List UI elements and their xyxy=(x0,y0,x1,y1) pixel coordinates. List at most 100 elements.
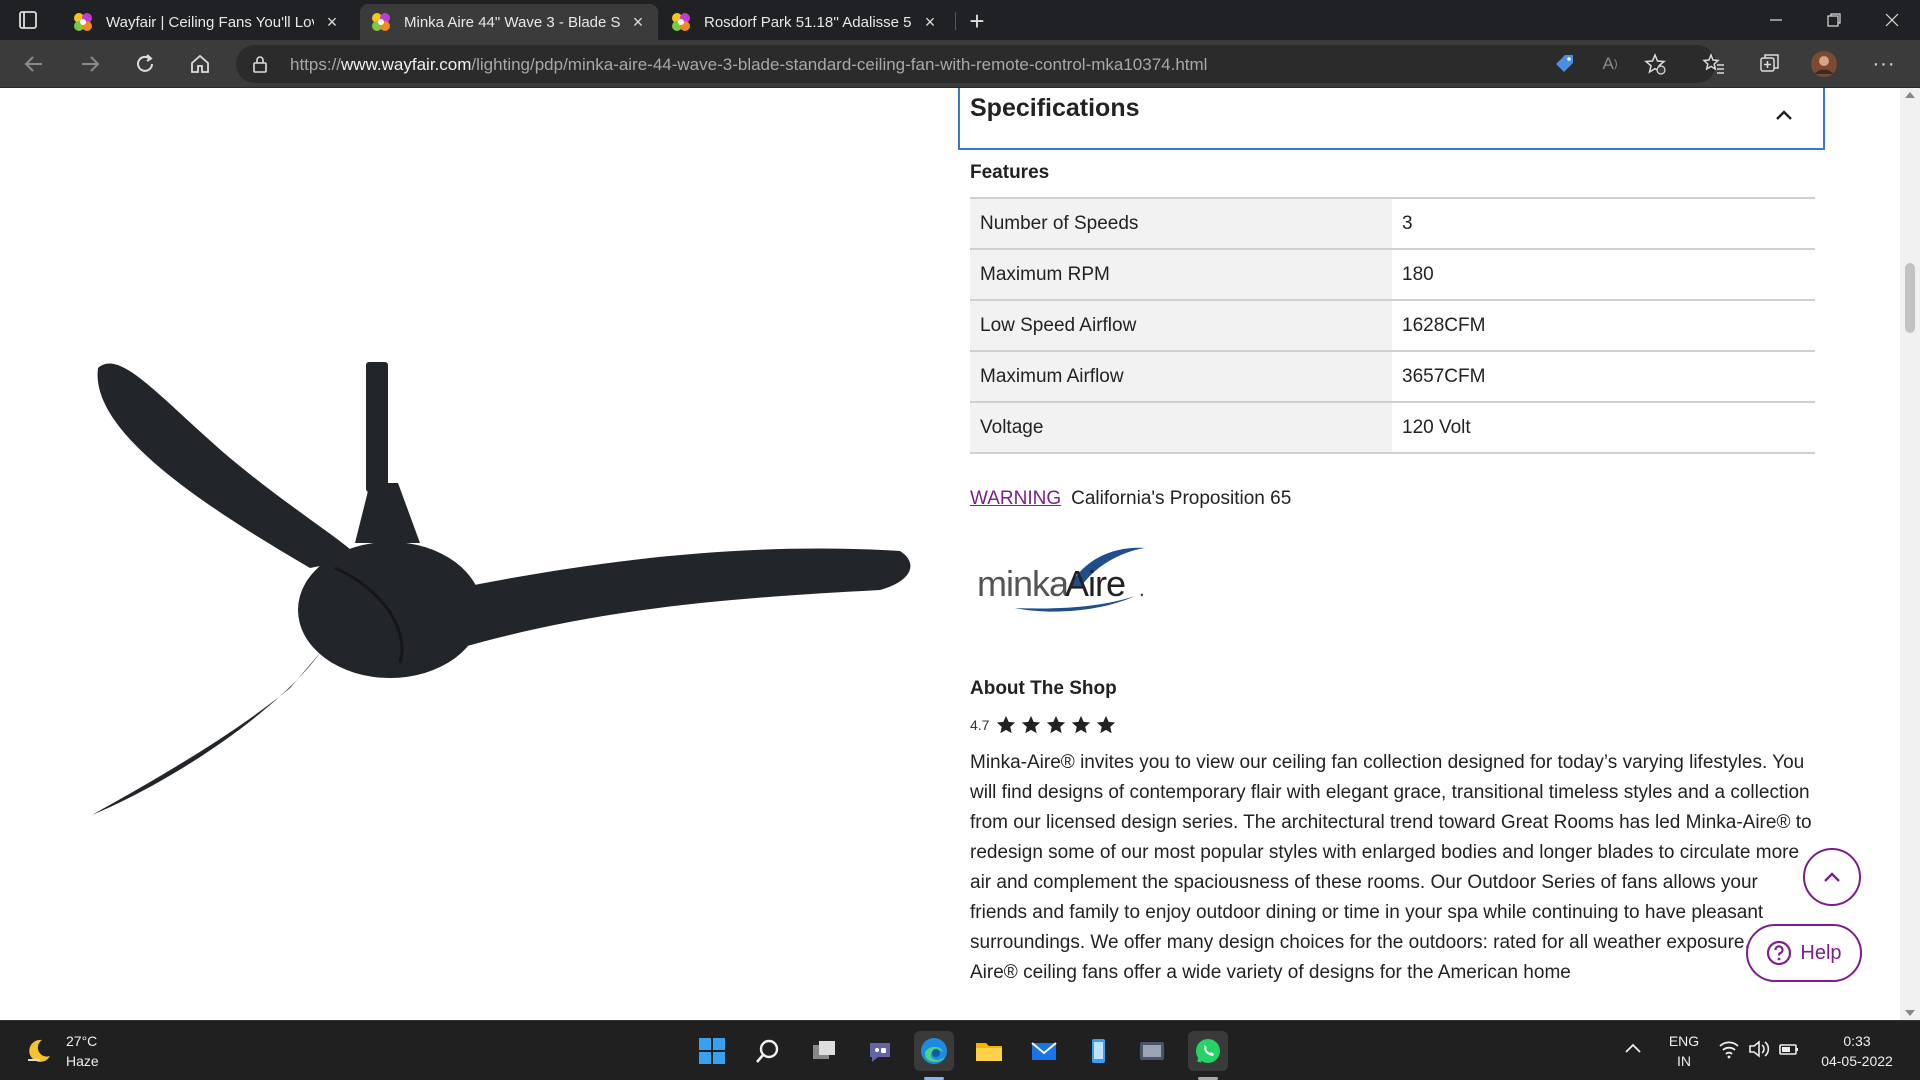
prop65-warning: WARNING California's Proposition 65 xyxy=(970,488,1291,510)
weather-widget[interactable]: 27°C Haze xyxy=(24,1031,99,1071)
rating-value: 4.7 xyxy=(970,717,990,733)
tray-overflow-icon[interactable] xyxy=(1624,1039,1642,1059)
close-window-icon[interactable] xyxy=(1864,0,1920,40)
tab-close-icon[interactable]: × xyxy=(628,12,648,32)
star-icon xyxy=(1097,715,1116,734)
about-shop-description: Minka-Aire® invites you to view our ceil… xyxy=(970,752,1813,983)
weather-temp: 27°C xyxy=(66,1033,98,1049)
svg-text:.: . xyxy=(1139,579,1145,601)
lock-icon[interactable] xyxy=(252,55,268,78)
search-icon[interactable] xyxy=(748,1031,788,1071)
table-row: Number of Speeds 3 xyxy=(970,198,1815,250)
system-tray-icons[interactable] xyxy=(1718,1039,1800,1059)
tab-rosdorf-park[interactable]: Rosdorf Park 51.18'' Adalisse 5 - Blade … xyxy=(660,4,950,40)
question-circle-icon xyxy=(1767,940,1792,966)
favorites-icon[interactable] xyxy=(1700,50,1728,78)
restore-icon[interactable] xyxy=(1806,0,1862,40)
language-indicator[interactable]: ENG IN xyxy=(1664,1031,1704,1071)
browser-tab-bar: Wayfair | Ceiling Fans You'll Love × Min… xyxy=(0,0,1920,40)
tab-title: Wayfair | Ceiling Fans You'll Love xyxy=(106,13,314,31)
edge-icon[interactable] xyxy=(914,1031,954,1071)
star-icon xyxy=(1072,715,1091,734)
spec-label: Low Speed Airflow xyxy=(970,300,1392,352)
shopping-tag-icon[interactable] xyxy=(1551,50,1579,78)
minka-aire-logo[interactable]: minka Aire . xyxy=(975,538,1155,618)
collections-icon[interactable] xyxy=(1756,50,1784,78)
tab-close-icon[interactable]: × xyxy=(322,12,342,32)
battery-icon xyxy=(1779,1044,1798,1055)
help-label: Help xyxy=(1800,941,1842,964)
moon-haze-icon xyxy=(28,1039,50,1062)
spec-value: 120 Volt xyxy=(1392,402,1815,454)
spec-label: Number of Speeds xyxy=(970,198,1392,250)
more-options-icon[interactable]: ··· xyxy=(1870,50,1898,78)
add-favorite-icon[interactable] xyxy=(1641,50,1669,78)
forward-icon[interactable] xyxy=(72,48,108,80)
warning-link[interactable]: WARNING xyxy=(970,488,1061,509)
refresh-icon[interactable] xyxy=(127,48,163,80)
tab-wayfair-ceiling-fans[interactable]: Wayfair | Ceiling Fans You'll Love × xyxy=(62,4,352,40)
phone-link-icon[interactable] xyxy=(1078,1031,1118,1071)
tab-minka-aire-wave[interactable]: Minka Aire 44" Wave 3 - Blade Standard C… xyxy=(360,4,658,40)
rating-stars xyxy=(995,714,1117,736)
spec-value: 3 xyxy=(1392,198,1815,250)
page-scrollbar[interactable] xyxy=(1900,88,1920,1020)
scroll-to-top-button[interactable] xyxy=(1803,848,1861,906)
shop-rating: 4.7 xyxy=(970,714,1117,736)
features-table: Number of Speeds 3 Maximum RPM 180 Low S… xyxy=(970,197,1815,454)
wayfair-favicon-icon xyxy=(670,11,692,33)
back-icon[interactable] xyxy=(16,48,52,80)
star-icon xyxy=(1047,715,1066,734)
wayfair-favicon-icon xyxy=(370,11,392,33)
task-view-icon[interactable] xyxy=(804,1031,844,1071)
scrollbar-thumb[interactable] xyxy=(1905,263,1915,333)
about-shop-heading: About The Shop xyxy=(970,678,1117,699)
windows-taskbar: 27°C Haze ENG IN 0:33 04-05-2022 xyxy=(0,1020,1920,1080)
weather-desc: Haze xyxy=(66,1053,99,1069)
new-tab-icon[interactable]: + xyxy=(962,6,992,36)
clock[interactable]: 0:33 04-05-2022 xyxy=(1812,1031,1902,1071)
wayfair-favicon-icon xyxy=(72,11,94,33)
url-text: https://www.wayfair.com/lighting/pdp/min… xyxy=(290,55,1208,74)
wifi-icon xyxy=(1719,1041,1739,1059)
star-icon xyxy=(997,715,1016,734)
tab-title: Rosdorf Park 51.18'' Adalisse 5 - Blade xyxy=(704,13,912,31)
tab-actions-icon[interactable] xyxy=(14,8,42,32)
product-image[interactable] xyxy=(80,268,930,868)
table-row: Voltage 120 Volt xyxy=(970,402,1815,454)
volume-icon xyxy=(1749,1040,1770,1058)
tab-title: Minka Aire 44" Wave 3 - Blade Standard C… xyxy=(404,13,620,31)
chevron-up-icon xyxy=(1824,872,1840,882)
region-code: IN xyxy=(1677,1053,1691,1069)
spec-value: 180 xyxy=(1392,249,1815,301)
minimize-icon[interactable] xyxy=(1748,0,1804,40)
star-icon xyxy=(1022,715,1041,734)
browser-toolbar: https://www.wayfair.com/lighting/pdp/min… xyxy=(0,40,1920,88)
table-row: Maximum RPM 180 xyxy=(970,249,1815,301)
spec-value: 3657CFM xyxy=(1392,351,1815,403)
start-icon[interactable] xyxy=(692,1031,732,1071)
help-button[interactable]: Help xyxy=(1746,924,1862,982)
read-aloud-icon[interactable]: A) xyxy=(1596,50,1624,78)
clock-time: 0:33 xyxy=(1843,1033,1871,1049)
chevron-up-icon[interactable] xyxy=(1775,108,1793,126)
spec-value: 1628CFM xyxy=(1392,300,1815,352)
specifications-accordion-header[interactable]: Specifications xyxy=(958,88,1825,150)
home-icon[interactable] xyxy=(182,48,218,80)
address-bar[interactable]: https://www.wayfair.com/lighting/pdp/min… xyxy=(236,45,1716,83)
spec-label: Maximum Airflow xyxy=(970,351,1392,403)
tab-close-icon[interactable]: × xyxy=(920,12,940,32)
file-explorer-icon[interactable] xyxy=(969,1031,1009,1071)
spec-label: Maximum RPM xyxy=(970,249,1392,301)
profile-avatar[interactable] xyxy=(1810,50,1838,78)
features-heading: Features xyxy=(970,162,1050,183)
whatsapp-icon[interactable] xyxy=(1188,1031,1228,1071)
mail-icon[interactable] xyxy=(1024,1031,1064,1071)
page-content: Specifications Features Number of Speeds… xyxy=(0,88,1920,1020)
language-code: ENG xyxy=(1668,1033,1700,1049)
photos-app-icon[interactable] xyxy=(1132,1031,1172,1071)
teams-chat-icon[interactable] xyxy=(860,1031,900,1071)
spec-label: Voltage xyxy=(970,402,1392,454)
table-row: Maximum Airflow 3657CFM xyxy=(970,351,1815,403)
svg-text:minka: minka xyxy=(977,563,1070,604)
